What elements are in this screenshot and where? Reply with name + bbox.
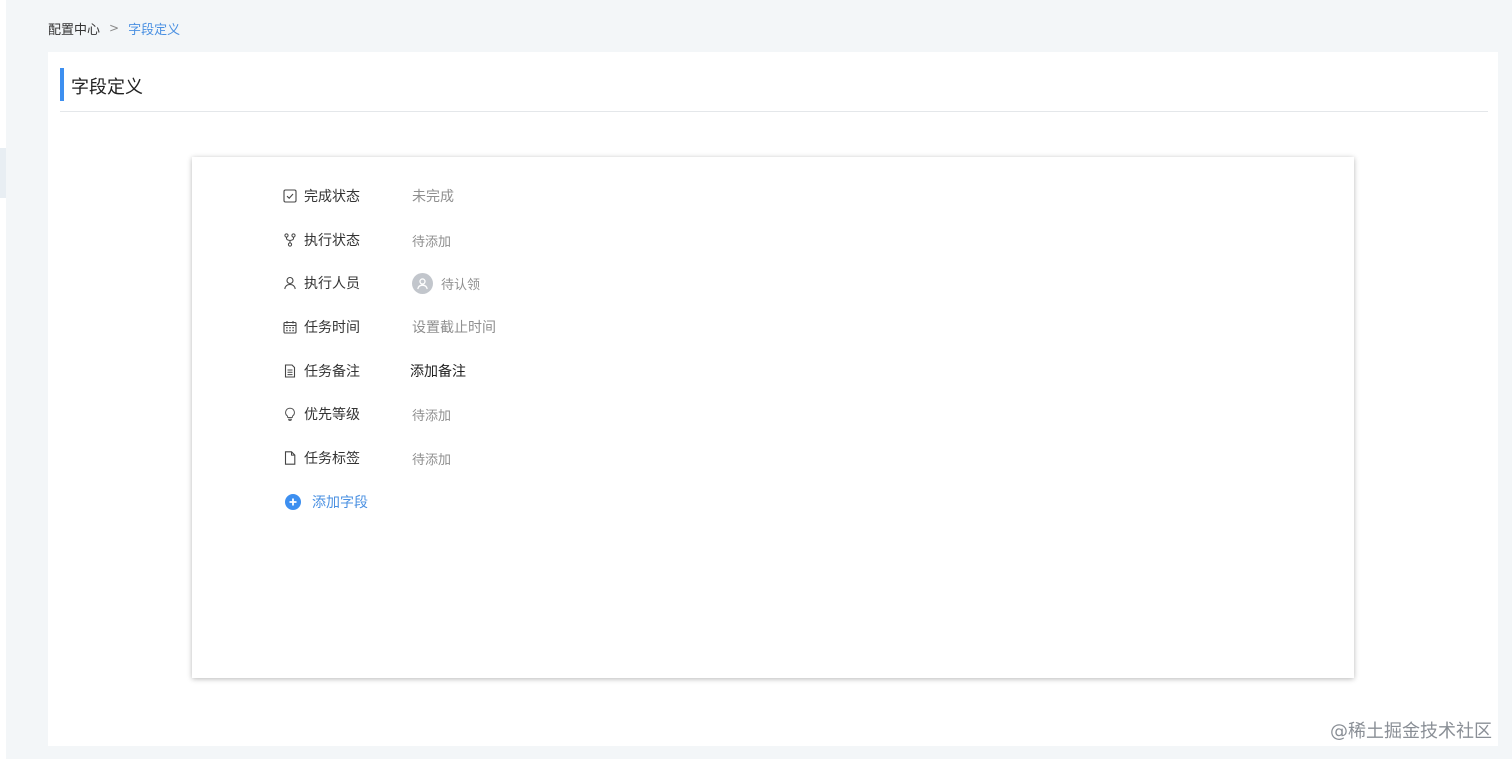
page-title: 字段定义: [71, 77, 143, 98]
field-label: 任务标签: [304, 451, 360, 467]
assignee-picker[interactable]: 待认领: [412, 272, 481, 294]
field-row-execution-status[interactable]: 执行状态 待添加: [283, 229, 451, 251]
field-label: 执行人员: [304, 276, 360, 292]
add-field-label: 添加字段: [312, 495, 368, 511]
left-edge-marker: [0, 148, 6, 198]
add-note-button[interactable]: 添加备注: [410, 361, 466, 381]
breadcrumb: 配置中心 > 字段定义: [48, 19, 181, 38]
breadcrumb-current: 字段定义: [128, 22, 181, 38]
panel-header: 字段定义: [60, 68, 1488, 112]
field-label: 完成状态: [304, 189, 360, 205]
field-label: 优先等级: [304, 407, 360, 423]
field-row-task-tags[interactable]: 任务标签 待添加: [283, 447, 451, 469]
watermark: @稀土掘金技术社区: [1330, 721, 1492, 742]
field-row-task-time[interactable]: 任务时间 设置截止时间: [283, 316, 496, 338]
field-label: 任务时间: [304, 320, 360, 336]
field-definition-card: 完成状态 未完成 执行状态 待添加 执行人员 待认领 任务时间 设置截止时间 任…: [192, 157, 1354, 678]
main-panel: 字段定义 完成状态 未完成 执行状态 待添加 执行人员 待认领 任务时间 设置截…: [48, 52, 1498, 746]
field-row-task-note[interactable]: 任务备注 添加备注: [283, 360, 466, 382]
bulb-icon: [283, 407, 297, 421]
add-field-button[interactable]: 添加字段: [285, 492, 368, 512]
breadcrumb-root-link[interactable]: 配置中心: [48, 19, 100, 38]
field-value[interactable]: 待添加: [412, 449, 451, 468]
user-icon: [283, 276, 297, 290]
note-icon: [283, 364, 297, 378]
file-icon: [283, 451, 297, 465]
field-label: 执行状态: [304, 233, 360, 249]
field-row-assignee[interactable]: 执行人员 待认领: [283, 272, 480, 294]
field-row-completion-status[interactable]: 完成状态 未完成: [283, 185, 454, 207]
field-label: 任务备注: [304, 364, 360, 380]
field-value[interactable]: 待添加: [412, 231, 451, 250]
avatar-placeholder-icon: [412, 272, 433, 294]
checkbox-icon: [283, 189, 297, 203]
calendar-icon: [283, 320, 297, 334]
title-accent-bar: [60, 68, 64, 101]
field-value[interactable]: 待添加: [412, 405, 451, 424]
field-value[interactable]: 未完成: [412, 186, 454, 206]
plus-circle-icon: [285, 494, 301, 510]
left-edge-strip: [0, 0, 6, 759]
field-value: 待认领: [441, 277, 481, 293]
branch-icon: [283, 233, 297, 247]
field-row-priority[interactable]: 优先等级 待添加: [283, 403, 451, 425]
deadline-picker[interactable]: 设置截止时间: [412, 317, 496, 337]
breadcrumb-separator: >: [109, 21, 120, 35]
